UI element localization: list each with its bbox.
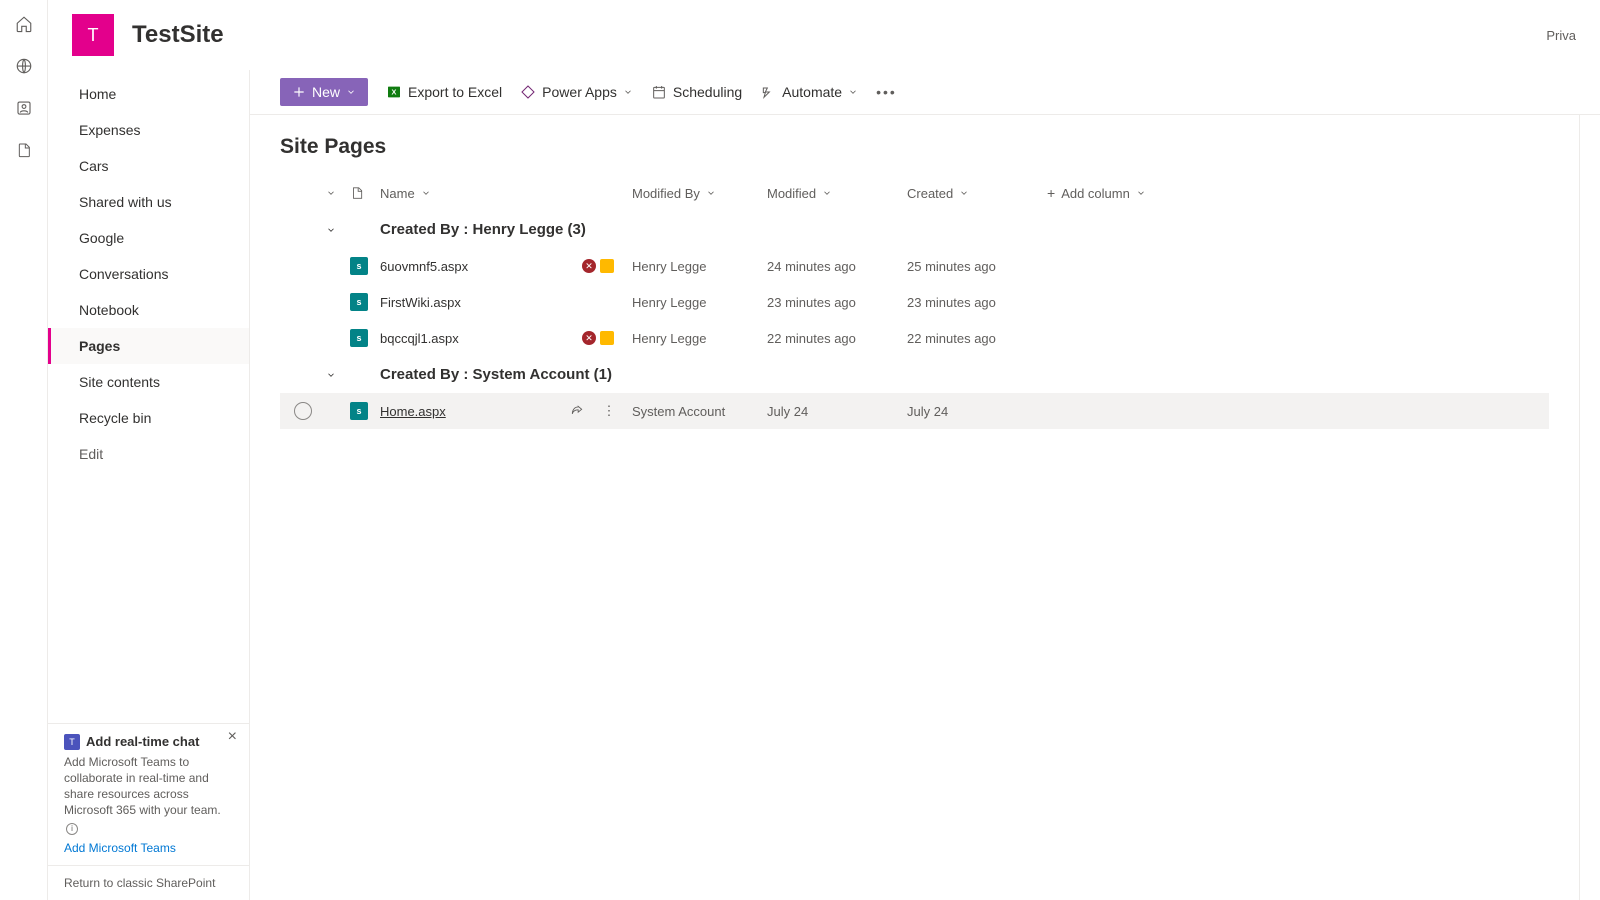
created-cell: 23 minutes ago xyxy=(907,295,1047,310)
more-actions-icon[interactable]: ⋮ xyxy=(600,402,618,420)
group-title: Created By : System Account (1) xyxy=(380,366,612,383)
globe-icon[interactable] xyxy=(14,56,34,76)
chevron-down-icon xyxy=(346,87,356,97)
modified-cell: 24 minutes ago xyxy=(767,259,907,274)
share-icon[interactable] xyxy=(568,402,586,420)
nav-item-home[interactable]: Home xyxy=(48,76,249,112)
chevron-down-icon xyxy=(623,87,633,97)
chevron-down-icon[interactable] xyxy=(326,370,336,380)
checkout-icon: ✕ xyxy=(582,331,596,345)
chevron-down-icon[interactable] xyxy=(326,225,336,235)
checkout-icon: ✕ xyxy=(582,259,596,273)
modified-by-cell: Henry Legge xyxy=(632,331,767,346)
modified-cell: July 24 xyxy=(767,404,907,419)
row-select-checkbox[interactable] xyxy=(294,402,312,420)
created-cell: 22 minutes ago xyxy=(907,331,1047,346)
draft-icon xyxy=(600,259,614,273)
chevron-down-icon[interactable] xyxy=(822,188,832,198)
nav-item-cars[interactable]: Cars xyxy=(48,148,249,184)
nav-item-recyclebin[interactable]: Recycle bin xyxy=(48,400,249,436)
list-item[interactable]: s Home.aspx ⋮ System Account July 24 Jul… xyxy=(280,393,1549,429)
plus-icon: + xyxy=(1047,185,1055,201)
group-title: Created By : Henry Legge (3) xyxy=(380,221,586,238)
site-title[interactable]: TestSite xyxy=(132,21,224,49)
info-icon[interactable]: i xyxy=(66,823,78,835)
modified-by-cell: Henry Legge xyxy=(632,259,767,274)
file-name[interactable]: Home.aspx xyxy=(380,404,446,419)
sharepoint-page-icon: s xyxy=(350,257,368,275)
nav-item-edit[interactable]: Edit xyxy=(48,436,249,472)
chevron-down-icon[interactable] xyxy=(1136,188,1146,198)
group-header[interactable]: Created By : Henry Legge (3) xyxy=(280,211,1549,248)
chevron-down-icon[interactable] xyxy=(326,188,336,198)
chevron-down-icon[interactable] xyxy=(706,188,716,198)
nav-item-pages[interactable]: Pages xyxy=(48,328,249,364)
modified-by-cell: Henry Legge xyxy=(632,295,767,310)
nav-item-conversations[interactable]: Conversations xyxy=(48,256,249,292)
list-item[interactable]: s 6uovmnf5.aspx ✕ Henry Legge 24 minutes … xyxy=(280,248,1549,284)
file-name[interactable]: FirstWiki.aspx xyxy=(380,295,461,310)
contacts-icon[interactable] xyxy=(14,98,34,118)
col-created-header[interactable]: Created xyxy=(907,186,953,201)
promo-title: Add real-time chat xyxy=(86,734,199,749)
file-icon[interactable] xyxy=(14,140,34,160)
sharepoint-page-icon: s xyxy=(350,329,368,347)
col-modifiedby-header[interactable]: Modified By xyxy=(632,186,700,201)
privacy-label: Priva xyxy=(1546,28,1576,43)
draft-icon xyxy=(600,331,614,345)
col-modified-header[interactable]: Modified xyxy=(767,186,816,201)
teams-promo: × T Add real-time chat Add Microsoft Tea… xyxy=(48,723,249,865)
powerapps-icon xyxy=(520,84,536,100)
nav-item-notebook[interactable]: Notebook xyxy=(48,292,249,328)
nav-item-google[interactable]: Google xyxy=(48,220,249,256)
promo-description: Add Microsoft Teams to collaborate in re… xyxy=(64,754,233,835)
automate-button[interactable]: Automate xyxy=(760,84,858,100)
chevron-down-icon[interactable] xyxy=(959,188,969,198)
svg-text:X: X xyxy=(392,88,397,97)
new-button[interactable]: New xyxy=(280,78,368,106)
more-button[interactable]: ••• xyxy=(876,84,897,100)
modified-cell: 22 minutes ago xyxy=(767,331,907,346)
list-item[interactable]: s bqccqjl1.aspx ✕ Henry Legge 22 minutes … xyxy=(280,320,1549,356)
chevron-down-icon xyxy=(848,87,858,97)
created-cell: July 24 xyxy=(907,404,1047,419)
add-teams-link[interactable]: Add Microsoft Teams xyxy=(64,841,176,855)
chevron-down-icon[interactable] xyxy=(421,188,431,198)
modified-by-cell: System Account xyxy=(632,404,767,419)
site-logo[interactable]: T xyxy=(72,14,114,56)
file-name[interactable]: 6uovmnf5.aspx xyxy=(380,259,468,274)
page-title: Site Pages xyxy=(280,135,1549,159)
group-header[interactable]: Created By : System Account (1) xyxy=(280,356,1549,393)
site-header: T TestSite Priva xyxy=(48,0,1600,70)
nav-item-expenses[interactable]: Expenses xyxy=(48,112,249,148)
add-column-button[interactable]: Add column xyxy=(1061,186,1130,201)
left-nav: Home Expenses Cars Shared with us Google… xyxy=(48,70,250,900)
sharepoint-page-icon: s xyxy=(350,402,368,420)
document-icon[interactable] xyxy=(350,185,364,201)
list-header: Name Modified By Modified Created + Add c… xyxy=(280,179,1549,211)
classic-link[interactable]: Return to classic SharePoint xyxy=(48,865,249,900)
close-icon[interactable]: × xyxy=(228,728,237,746)
calendar-icon xyxy=(651,84,667,100)
command-bar: New X Export to Excel Power Apps S xyxy=(250,70,1600,115)
file-name[interactable]: bqccqjl1.aspx xyxy=(380,331,459,346)
export-excel-button[interactable]: X Export to Excel xyxy=(386,84,502,100)
nav-item-sitecontents[interactable]: Site contents xyxy=(48,364,249,400)
flow-icon xyxy=(760,84,776,100)
teams-icon: T xyxy=(64,734,80,750)
scheduling-button[interactable]: Scheduling xyxy=(651,84,742,100)
home-icon[interactable] xyxy=(14,14,34,34)
modified-cell: 23 minutes ago xyxy=(767,295,907,310)
created-cell: 25 minutes ago xyxy=(907,259,1047,274)
sharepoint-page-icon: s xyxy=(350,293,368,311)
col-name-header[interactable]: Name xyxy=(380,186,415,201)
app-rail xyxy=(0,0,48,900)
list-item[interactable]: s FirstWiki.aspx Henry Legge 23 minutes … xyxy=(280,284,1549,320)
power-apps-button[interactable]: Power Apps xyxy=(520,84,633,100)
excel-icon: X xyxy=(386,84,402,100)
nav-item-shared[interactable]: Shared with us xyxy=(48,184,249,220)
